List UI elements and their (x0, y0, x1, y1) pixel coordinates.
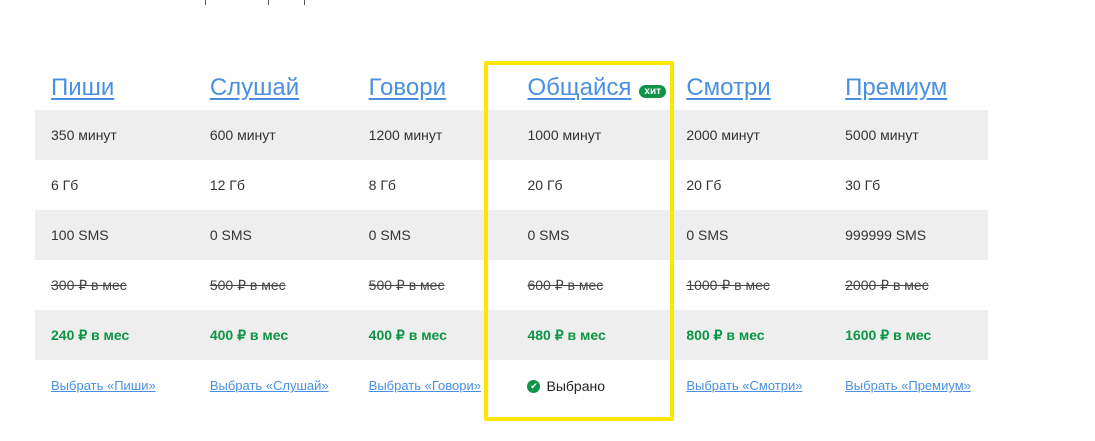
plan-name-link[interactable]: Смотри (686, 74, 770, 101)
data-value: 8 Гб (368, 177, 396, 193)
minutes-value: 1200 минут (368, 127, 443, 143)
select-plan-link[interactable]: Выбрать «Слушай» (210, 378, 329, 393)
cell: 20 Гб (670, 160, 829, 210)
current-price: 240 ₽ в мес (51, 326, 130, 343)
cell: 0 SMS (193, 210, 353, 260)
old-price: 1000 ₽ в мес (686, 276, 770, 293)
old-price: 500 ₽ в мес (368, 276, 445, 293)
cell: 400 ₽ в мес (193, 310, 353, 360)
old-price: 500 ₽ в мес (209, 276, 286, 293)
selected-plan-highlight (484, 61, 674, 421)
data-value: 20 Гб (686, 177, 722, 193)
cell: 30 Гб (829, 160, 988, 210)
minutes-value: 2000 минут (686, 127, 760, 143)
plan-name-link[interactable]: Говори (369, 74, 446, 101)
cell: 800 ₽ в мес (670, 310, 830, 360)
cell: 1600 ₽ в мес (829, 310, 988, 360)
sms-value: 0 SMS (368, 227, 411, 243)
cell: 500 ₽ в мес (194, 260, 353, 310)
cell: 0 SMS (670, 210, 830, 260)
cell: 350 минут (35, 110, 194, 160)
cell: 999999 SMS (829, 210, 988, 260)
select-plan-link[interactable]: Выбрать «Говори» (369, 378, 481, 393)
sms-value: 100 SMS (51, 227, 109, 243)
cell: Премиум (829, 66, 988, 110)
current-price: 800 ₽ в мес (686, 326, 765, 343)
cell: Выбрать «Пиши» (35, 360, 194, 410)
cell: 6 Гб (35, 160, 194, 210)
cell: 240 ₽ в мес (35, 310, 194, 360)
current-price: 1600 ₽ в мес (845, 326, 932, 343)
old-price: 2000 ₽ в мес (845, 276, 929, 293)
minutes-value: 600 минут (209, 127, 276, 143)
minutes-value: 5000 минут (845, 127, 919, 143)
cell: 12 Гб (194, 160, 353, 210)
cell: Смотри (670, 66, 829, 110)
sms-value: 999999 SMS (845, 227, 927, 243)
cell: 300 ₽ в мес (35, 260, 194, 310)
cell: 1000 ₽ в мес (670, 260, 829, 310)
sms-value: 0 SMS (686, 227, 729, 243)
old-price: 300 ₽ в мес (51, 276, 127, 293)
cell: Выбрать «Премиум» (829, 360, 988, 410)
current-price: 400 ₽ в мес (209, 326, 289, 343)
plan-name-link[interactable]: Пиши (51, 74, 114, 101)
plan-name-link[interactable]: Слушай (210, 74, 299, 101)
select-plan-link[interactable]: Выбрать «Пиши» (51, 378, 156, 393)
plan-name-link[interactable]: Премиум (845, 74, 947, 101)
tick-mark (304, 0, 305, 5)
cell: 600 минут (193, 110, 353, 160)
data-value: 6 Гб (51, 177, 79, 193)
data-value: 30 Гб (845, 177, 881, 193)
cell: 5000 минут (829, 110, 988, 160)
cell: Выбрать «Слушай» (194, 360, 353, 410)
cell: Выбрать «Смотри» (670, 360, 829, 410)
current-price: 400 ₽ в мес (368, 326, 447, 343)
cell: Пиши (35, 66, 194, 110)
cell: 2000 минут (670, 110, 830, 160)
tick-mark (268, 0, 269, 5)
cell: 100 SMS (35, 210, 194, 260)
minutes-value: 350 минут (51, 127, 117, 143)
select-plan-link[interactable]: Выбрать «Смотри» (686, 378, 802, 393)
cell: 2000 ₽ в мес (829, 260, 988, 310)
cell: Слушай (194, 66, 353, 110)
tick-mark (205, 0, 206, 5)
select-plan-link[interactable]: Выбрать «Премиум» (845, 378, 971, 393)
data-value: 12 Гб (209, 177, 245, 193)
sms-value: 0 SMS (209, 227, 252, 243)
